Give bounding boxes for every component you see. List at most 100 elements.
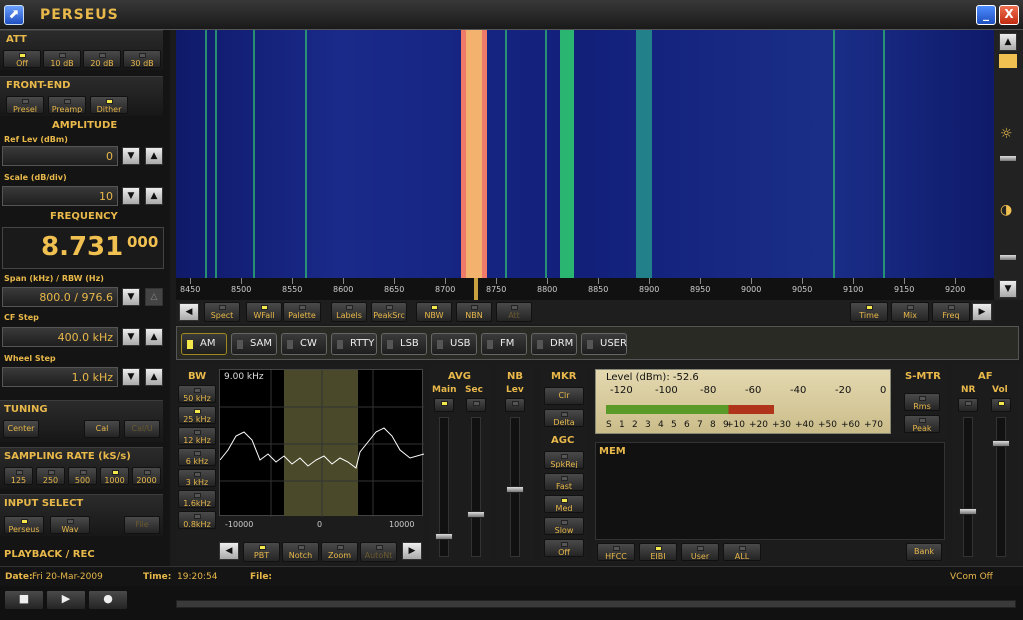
bw-left-arrow-icon[interactable]: ◀ bbox=[219, 542, 239, 560]
bw-button-0-8khz[interactable]: 0.8kHz bbox=[178, 511, 216, 529]
cal-button[interactable]: Cal bbox=[84, 420, 120, 438]
cal-u-button[interactable]: Cal/U bbox=[124, 420, 160, 438]
bw-button-50-khz[interactable]: 50 kHz bbox=[178, 385, 216, 403]
att-button-10-db[interactable]: 10 dB bbox=[43, 50, 81, 68]
bw-button-25-khz[interactable]: 25 kHz bbox=[178, 406, 216, 424]
toolbar-button-spect[interactable]: Spect bbox=[204, 302, 240, 322]
mode-button-rtty[interactable]: RTTY bbox=[331, 333, 377, 355]
sampling-rate-2000[interactable]: 2000 bbox=[132, 467, 161, 485]
toolbar-button-palette[interactable]: Palette bbox=[283, 302, 321, 322]
minimize-button[interactable]: _ bbox=[976, 5, 996, 25]
frontend-button-presel[interactable]: Presel bbox=[6, 96, 44, 114]
ref-level-up-arrow-icon[interactable]: ▲ bbox=[145, 147, 163, 165]
agc-button-off[interactable]: Off bbox=[544, 539, 584, 557]
wheel-step-down-arrow-icon[interactable]: ▼ bbox=[122, 368, 140, 386]
ref-level-field[interactable]: 0 bbox=[2, 146, 118, 166]
mem-button-hfcc[interactable]: HFCC bbox=[597, 543, 635, 561]
bw-bottom-button-pbt[interactable]: PBT bbox=[243, 542, 280, 562]
avg-sec-toggle[interactable] bbox=[466, 398, 486, 412]
cf-step-field[interactable]: 400.0 kHz bbox=[2, 327, 118, 347]
mode-button-user[interactable]: USER bbox=[581, 333, 627, 355]
mem-button-eibi[interactable]: EIBI bbox=[639, 543, 677, 561]
smtr-rms-button[interactable]: Rms bbox=[904, 393, 940, 411]
agc-button-med[interactable]: Med bbox=[544, 495, 584, 513]
cf-step-down-arrow-icon[interactable]: ▼ bbox=[122, 328, 140, 346]
mode-button-drm[interactable]: DRM bbox=[531, 333, 577, 355]
bw-bottom-button-autont[interactable]: AutoNt bbox=[360, 542, 397, 562]
wheel-step-up-arrow-icon[interactable]: ▲ bbox=[145, 368, 163, 386]
agc-button-spkrej[interactable]: SpkRej bbox=[544, 451, 584, 469]
playback-progress-track[interactable] bbox=[176, 600, 1016, 608]
close-button[interactable]: X bbox=[999, 5, 1019, 25]
nr-toggle[interactable] bbox=[958, 398, 978, 412]
agc-button-slow[interactable]: Slow bbox=[544, 517, 584, 535]
speed-slider-knob[interactable] bbox=[999, 54, 1017, 68]
mode-button-am[interactable]: AM bbox=[181, 333, 227, 355]
sampling-rate-1000[interactable]: 1000 bbox=[100, 467, 129, 485]
nb-level-slider[interactable] bbox=[506, 417, 524, 557]
toolbar-left-arrow-icon[interactable]: ◀ bbox=[179, 303, 199, 321]
mode-button-fm[interactable]: FM bbox=[481, 333, 527, 355]
bw-button-12-khz[interactable]: 12 kHz bbox=[178, 427, 216, 445]
bandwidth-plot[interactable]: 9.00 kHz bbox=[219, 369, 424, 517]
smtr-peak-button[interactable]: Peak bbox=[904, 415, 940, 433]
mkr-delta-button[interactable]: Delta bbox=[544, 409, 584, 427]
toolbar-button-labels[interactable]: Labels bbox=[331, 302, 367, 322]
scale-up-arrow-icon[interactable]: ▲ bbox=[145, 187, 163, 205]
input-button-perseus[interactable]: Perseus bbox=[4, 516, 44, 534]
frontend-button-preamp[interactable]: Preamp bbox=[48, 96, 86, 114]
toolbar-right-arrow-icon[interactable]: ▶ bbox=[972, 303, 992, 321]
avg-main-toggle[interactable] bbox=[434, 398, 454, 412]
bw-bottom-button-notch[interactable]: Notch bbox=[282, 542, 319, 562]
agc-button-fast[interactable]: Fast bbox=[544, 473, 584, 491]
toolbar-button-freq[interactable]: Freq bbox=[932, 302, 970, 322]
mem-button-all[interactable]: ALL bbox=[723, 543, 761, 561]
play-icon[interactable]: ▶ bbox=[46, 590, 86, 610]
mem-button-user[interactable]: User bbox=[681, 543, 719, 561]
brightness-slider-knob[interactable] bbox=[999, 155, 1017, 162]
volume-slider[interactable] bbox=[992, 417, 1010, 557]
mode-button-usb[interactable]: USB bbox=[431, 333, 477, 355]
mkr-clr-button[interactable]: Clr bbox=[544, 387, 584, 405]
mode-button-cw[interactable]: CW bbox=[281, 333, 327, 355]
att-button-30-db[interactable]: 30 dB bbox=[123, 50, 161, 68]
bw-bottom-button-zoom[interactable]: Zoom bbox=[321, 542, 358, 562]
contrast-slider-knob[interactable] bbox=[999, 254, 1017, 261]
bw-right-arrow-icon[interactable]: ▶ bbox=[402, 542, 422, 560]
scroll-up-arrow-icon[interactable]: ▲ bbox=[999, 33, 1017, 51]
span-down-arrow-icon[interactable]: ▼ bbox=[122, 288, 140, 306]
memory-panel[interactable]: MEM bbox=[595, 442, 945, 540]
cf-step-up-arrow-icon[interactable]: ▲ bbox=[145, 328, 163, 346]
center-button[interactable]: Center bbox=[3, 420, 39, 438]
bw-button-6-khz[interactable]: 6 kHz bbox=[178, 448, 216, 466]
record-icon[interactable]: ● bbox=[88, 590, 128, 610]
att-button-20-db[interactable]: 20 dB bbox=[83, 50, 121, 68]
frontend-button-dither[interactable]: Dither bbox=[90, 96, 128, 114]
tuning-marker[interactable] bbox=[474, 278, 478, 300]
span-up-arrow-icon[interactable]: △ bbox=[145, 288, 163, 306]
att-button-off[interactable]: Off bbox=[3, 50, 41, 68]
input-button-wav[interactable]: Wav bbox=[50, 516, 90, 534]
bank-button[interactable]: Bank bbox=[906, 543, 942, 561]
wheel-step-field[interactable]: 1.0 kHz bbox=[2, 367, 118, 387]
span-field[interactable]: 800.0 / 976.6 bbox=[2, 287, 118, 307]
file-button[interactable]: File bbox=[124, 516, 160, 534]
scroll-down-arrow-icon[interactable]: ▼ bbox=[999, 280, 1017, 298]
avg-sec-slider[interactable] bbox=[467, 417, 485, 557]
sampling-rate-250[interactable]: 250 bbox=[36, 467, 65, 485]
ref-level-down-arrow-icon[interactable]: ▼ bbox=[122, 147, 140, 165]
nr-slider[interactable] bbox=[959, 417, 977, 557]
toolbar-button-peaksrc[interactable]: PeakSrc bbox=[371, 302, 407, 322]
toolbar-button-nbn[interactable]: NBN bbox=[456, 302, 492, 322]
stop-icon[interactable]: ■ bbox=[4, 590, 44, 610]
toolbar-button-wfall[interactable]: WFall bbox=[246, 302, 282, 322]
waterfall-display[interactable] bbox=[176, 30, 994, 278]
frequency-display[interactable]: 8.731 000 bbox=[2, 227, 164, 269]
toolbar-button-mix[interactable]: Mix bbox=[891, 302, 929, 322]
toolbar-button-time[interactable]: Time bbox=[850, 302, 888, 322]
mode-button-sam[interactable]: SAM bbox=[231, 333, 277, 355]
toolbar-button-att[interactable]: Att bbox=[496, 302, 532, 322]
scale-field[interactable]: 10 bbox=[2, 186, 118, 206]
sampling-rate-125[interactable]: 125 bbox=[4, 467, 33, 485]
toolbar-button-nbw[interactable]: NBW bbox=[416, 302, 452, 322]
